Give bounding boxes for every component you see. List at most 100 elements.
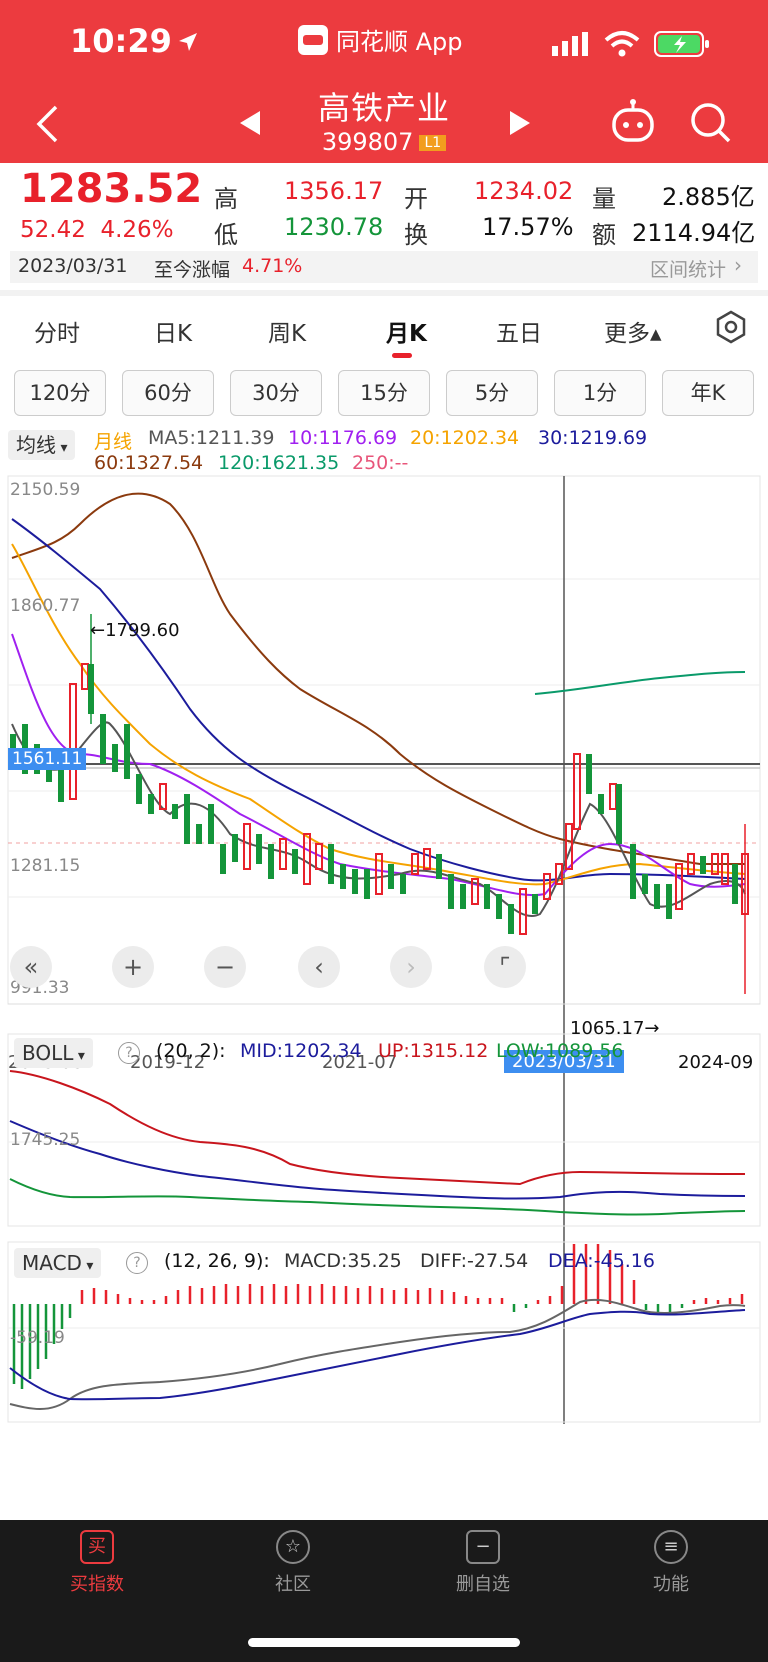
chart-area[interactable]: 均线 月线 MA5:1211.39 10:1176.69 20:1202.34 …: [0, 424, 768, 1520]
scroll-right-button[interactable]: ›: [390, 946, 432, 988]
turnover-label: 换: [404, 221, 428, 249]
nav-remove-watchlist[interactable]: − 删自选: [428, 1530, 538, 1596]
fullscreen-button[interactable]: ⌜: [484, 946, 526, 988]
candle: [196, 824, 202, 844]
change-pct: 4.26%: [100, 217, 174, 243]
nav-remove-watchlist-label: 删自选: [456, 1574, 510, 1595]
macd-y-label: -59.19: [10, 1328, 65, 1348]
candle: [687, 853, 695, 875]
nav-community[interactable]: ☆ 社区: [238, 1530, 348, 1596]
macd-selector[interactable]: MACD: [14, 1248, 102, 1278]
nav-functions-label: 功能: [653, 1574, 689, 1595]
candle: [532, 894, 538, 914]
period-1min[interactable]: 1分: [554, 370, 646, 416]
y-label-upper: 1860.77: [10, 596, 81, 616]
since-value: 4.71%: [242, 255, 303, 277]
remove-watchlist-icon: −: [466, 1530, 500, 1564]
candle: [148, 794, 154, 814]
tab-five-day[interactable]: 五日: [496, 314, 542, 348]
functions-menu-icon: ≡: [654, 1530, 688, 1564]
since-label: 至今涨幅: [154, 259, 231, 281]
candle: [292, 849, 298, 874]
macd-help-icon[interactable]: ?: [126, 1252, 148, 1274]
wifi-icon: [604, 31, 640, 57]
interval-row[interactable]: 2023/03/31 至今涨幅 4.71% 区间统计 ›: [10, 251, 758, 283]
battery-icon: [654, 31, 709, 57]
candle: [100, 714, 106, 764]
ma120-line: [534, 671, 746, 695]
amount-label: 额: [592, 221, 616, 249]
app-logo-icon: [298, 24, 328, 55]
candle: [112, 744, 118, 772]
robot-icon[interactable]: [610, 98, 656, 144]
last-price: 1283.52: [20, 166, 203, 212]
period-15min[interactable]: 15分: [338, 370, 430, 416]
selected-date: 2023/03/31: [18, 255, 128, 277]
candle: [340, 864, 346, 889]
macd-value: MACD:35.25: [284, 1250, 402, 1272]
nav-functions[interactable]: ≡ 功能: [616, 1530, 726, 1596]
app-name: 同花顺 App: [298, 22, 463, 57]
period-year-k[interactable]: 年K: [662, 370, 754, 416]
settings-hex-icon[interactable]: [714, 310, 748, 344]
candle: [642, 874, 648, 894]
boll-help-icon[interactable]: ?: [118, 1042, 140, 1064]
next-stock-icon[interactable]: [508, 110, 532, 136]
boll-params: (20, 2):: [156, 1040, 226, 1062]
candle: [328, 844, 334, 884]
dea-value: DEA:-45.16: [548, 1250, 655, 1272]
candle: [172, 804, 178, 819]
candle: [543, 873, 551, 900]
candle: [88, 664, 94, 714]
tab-minute[interactable]: 分时: [34, 314, 80, 348]
candle: [609, 783, 617, 810]
period-120min[interactable]: 120分: [14, 370, 106, 416]
zoom-in-button[interactable]: +: [112, 946, 154, 988]
turnover-value: 17.57%: [482, 213, 574, 241]
app-header: 10:29 同花顺 App 高铁产业 399807 L1: [0, 0, 768, 163]
period-30min[interactable]: 30分: [230, 370, 322, 416]
tab-more[interactable]: 更多▴: [604, 314, 662, 348]
search-icon[interactable]: [690, 102, 732, 144]
high-label: 高: [214, 185, 238, 213]
low-value: 1230.78: [284, 213, 384, 241]
period-60min[interactable]: 60分: [122, 370, 214, 416]
candle: [700, 856, 706, 874]
scroll-left-button[interactable]: ‹: [298, 946, 340, 988]
period-5min[interactable]: 5分: [446, 370, 538, 416]
candle: [220, 844, 226, 874]
ma30-line: [11, 518, 746, 882]
diff-value: DIFF:-27.54: [420, 1250, 529, 1272]
chevron-right-icon: ›: [734, 253, 742, 277]
boll-selector[interactable]: BOLL: [14, 1038, 93, 1068]
home-indicator[interactable]: [248, 1638, 520, 1647]
nav-buy-index-label: 买指数: [70, 1574, 124, 1595]
candle: [124, 724, 130, 779]
price-change: 52.42 4.26%: [20, 217, 174, 243]
candle: [496, 894, 502, 919]
stock-code-value: 399807: [321, 128, 414, 156]
tab-week-k[interactable]: 周K: [268, 314, 306, 348]
range-stats-link[interactable]: 区间统计: [650, 255, 726, 282]
nav-community-label: 社区: [275, 1574, 311, 1595]
zoom-out-button[interactable]: −: [204, 946, 246, 988]
boll-mid: MID:1202.34: [240, 1040, 362, 1062]
macd-params: (12, 26, 9):: [164, 1250, 270, 1272]
min-price-marker: 1065.17→: [570, 1018, 660, 1039]
signal-icon: [552, 32, 588, 56]
app-name-label: 同花顺 App: [336, 28, 463, 56]
candle: [666, 884, 672, 919]
candle: [586, 754, 592, 794]
ma20-line: [11, 543, 746, 886]
tab-day-k[interactable]: 日K: [154, 314, 192, 348]
tab-month-k[interactable]: 月K: [386, 314, 427, 358]
candle: [364, 869, 370, 899]
candle: [303, 833, 311, 885]
candle: [159, 783, 167, 810]
candle: [460, 884, 466, 909]
candle: [232, 834, 238, 862]
candle: [436, 854, 442, 879]
zoom-out-all-button[interactable]: «: [10, 946, 52, 988]
candle: [630, 844, 636, 899]
nav-buy-index[interactable]: 买 买指数: [42, 1530, 152, 1596]
